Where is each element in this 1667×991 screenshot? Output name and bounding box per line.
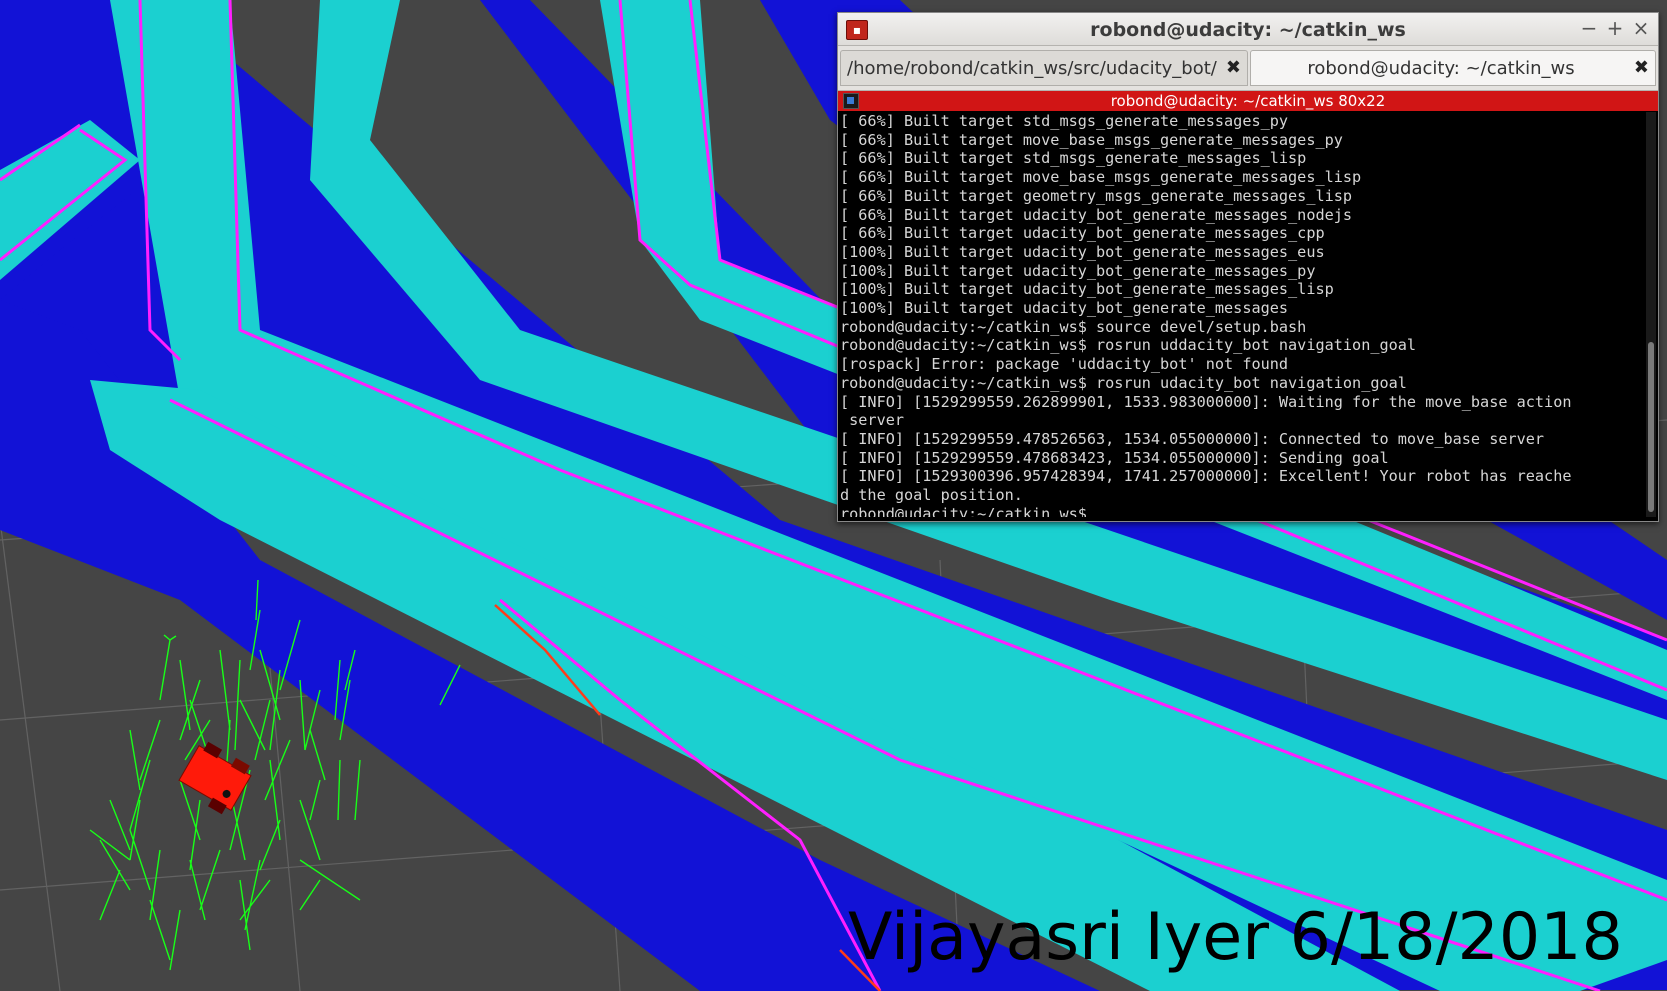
terminal-line: [ 66%] Built target udacity_bot_generate…	[840, 224, 1325, 243]
scrollbar-thumb[interactable]	[1648, 342, 1654, 512]
terminal-line: robond@udacity:~/catkin_ws$ source devel…	[840, 317, 1307, 336]
tab-label: /home/robond/catkin_ws/src/udacity_bot/l	[847, 58, 1217, 79]
session-title-bar: robond@udacity: ~/catkin_ws 80x22	[838, 91, 1658, 111]
terminal-line: robond@udacity:~/catkin_ws$ rosrun uddac…	[840, 336, 1417, 355]
terminal-line: [100%] Built target udacity_bot_generate…	[840, 299, 1289, 318]
terminal-window[interactable]: ▪ robond@udacity: ~/catkin_ws − + × /hom…	[837, 12, 1659, 522]
author-date-overlay: Vijayasri Iyer 6/18/2018	[848, 900, 1623, 975]
terminal-line: [ 66%] Built target std_msgs_generate_me…	[840, 149, 1307, 168]
terminal-line: [ INFO] [1529299559.262899901, 1533.9830…	[840, 392, 1572, 411]
terminal-line: [100%] Built target udacity_bot_generate…	[840, 261, 1316, 280]
tab-label: robond@udacity: ~/catkin_ws	[1307, 58, 1575, 79]
tab-catkin-ws[interactable]: robond@udacity: ~/catkin_ws ✖	[1250, 50, 1656, 86]
terminal-line: [ INFO] [1529300396.957428394, 1741.2570…	[840, 467, 1572, 486]
terminal-line: robond@udacity:~/catkin_ws$	[840, 504, 1097, 517]
tab-close-icon[interactable]: ✖	[1634, 57, 1649, 78]
window-title: robond@udacity: ~/catkin_ws	[1090, 19, 1406, 41]
terminal-line: [100%] Built target udacity_bot_generate…	[840, 242, 1325, 261]
terminal-tab-bar: /home/robond/catkin_ws/src/udacity_bot/l…	[838, 46, 1658, 91]
session-title: robond@udacity: ~/catkin_ws 80x22	[1110, 92, 1386, 110]
tab-close-icon[interactable]: ✖	[1226, 57, 1241, 78]
terminal-line: [ 66%] Built target std_msgs_generate_me…	[840, 112, 1289, 130]
tab-source-file[interactable]: /home/robond/catkin_ws/src/udacity_bot/l…	[840, 50, 1248, 86]
terminal-titlebar[interactable]: ▪ robond@udacity: ~/catkin_ws − + ×	[838, 13, 1658, 46]
close-icon[interactable]: ×	[1630, 17, 1652, 39]
terminal-line: [rospack] Error: package 'uddacity_bot' …	[840, 355, 1289, 374]
terminal-line: [ INFO] [1529299559.478526563, 1534.0550…	[840, 429, 1545, 448]
terminal-line: robond@udacity:~/catkin_ws$ rosrun udaci…	[840, 373, 1407, 392]
terminal-output[interactable]: [ 66%] Built target std_msgs_generate_me…	[840, 112, 1638, 517]
terminal-line: [100%] Built target udacity_bot_generate…	[840, 280, 1334, 299]
terminal-scrollbar[interactable]	[1646, 112, 1656, 517]
terminal-line: d the goal position.	[840, 486, 1023, 505]
terminal-line: [ 66%] Built target geometry_msgs_genera…	[840, 186, 1353, 205]
terminal-line: [ 66%] Built target move_base_msgs_gener…	[840, 130, 1343, 149]
minimize-icon[interactable]: −	[1578, 17, 1600, 39]
terminal-line: [ 66%] Built target move_base_msgs_gener…	[840, 168, 1362, 187]
terminal-line: [ INFO] [1529299559.478683423, 1534.0550…	[840, 448, 1389, 467]
maximize-icon[interactable]: +	[1604, 17, 1626, 39]
terminal-line: [ 66%] Built target udacity_bot_generate…	[840, 205, 1353, 224]
terminal-line: server	[840, 411, 905, 430]
